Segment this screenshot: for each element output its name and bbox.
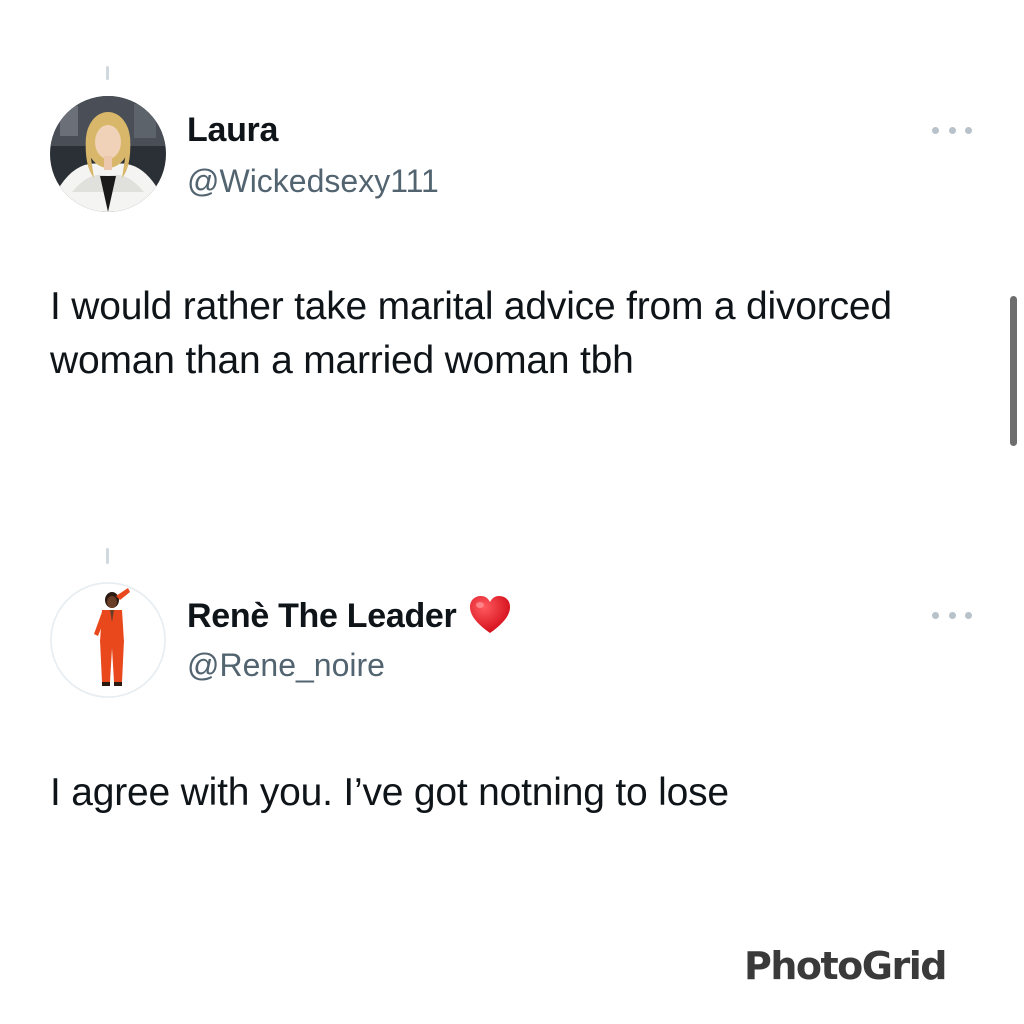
user-handle[interactable]: @Wickedsexy111	[187, 162, 439, 200]
tweet-1[interactable]: Laura @Wickedsexy111 I would rather take…	[0, 0, 1024, 500]
tweet-text: I agree with you. I’ve got notning to lo…	[50, 771, 729, 814]
dot	[965, 126, 972, 134]
display-name[interactable]: Renè The Leader	[187, 596, 457, 636]
name-row: Renè The Leader	[187, 594, 512, 638]
dot	[965, 611, 972, 619]
avatar-image	[50, 96, 166, 212]
user-handle[interactable]: @Rene_noire	[187, 646, 385, 684]
dot	[948, 611, 956, 619]
red-heart-icon	[468, 594, 512, 638]
scrollbar-thumb[interactable]	[1010, 296, 1017, 446]
tweet-text: I would rather take marital advice from …	[50, 285, 892, 382]
dot	[932, 126, 939, 134]
display-name[interactable]: Laura	[187, 110, 278, 150]
dot	[932, 611, 939, 619]
dot	[948, 126, 956, 134]
more-horizontal-icon[interactable]	[932, 609, 972, 621]
avatar-image	[50, 582, 166, 698]
photogrid-watermark: PhotoGrid	[744, 944, 947, 988]
avatar-laura[interactable]	[50, 96, 166, 212]
more-horizontal-icon[interactable]	[932, 124, 972, 136]
thread-connector-line	[106, 548, 109, 564]
avatar-rene[interactable]	[50, 582, 166, 698]
